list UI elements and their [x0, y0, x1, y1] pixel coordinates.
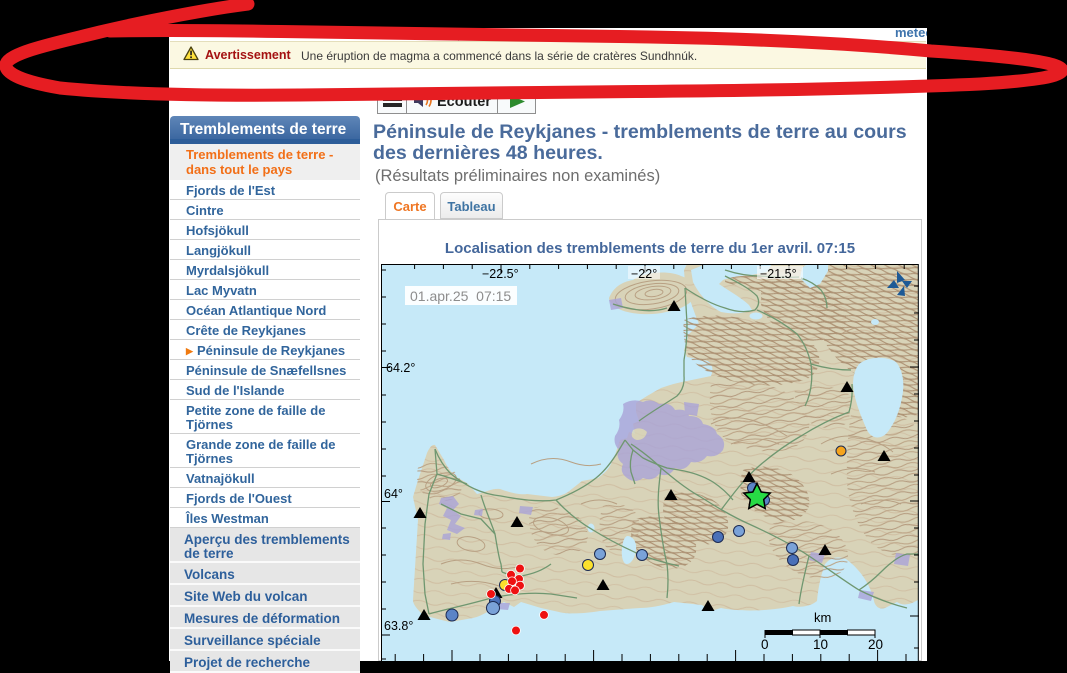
- svg-text:0: 0: [761, 637, 769, 652]
- svg-text:10: 10: [813, 637, 828, 652]
- svg-text:−22°: −22°: [631, 267, 657, 281]
- svg-text:km: km: [814, 610, 831, 625]
- svg-text:−21.5°: −21.5°: [760, 267, 797, 281]
- svg-text:64.2°: 64.2°: [386, 361, 415, 375]
- svg-text:−22.5°: −22.5°: [482, 267, 519, 281]
- svg-text:01.apr.25 07:15: 01.apr.25 07:15: [410, 288, 511, 304]
- svg-text:20: 20: [868, 637, 883, 652]
- svg-text:64°: 64°: [384, 487, 403, 501]
- svg-text:63.8°: 63.8°: [384, 619, 413, 633]
